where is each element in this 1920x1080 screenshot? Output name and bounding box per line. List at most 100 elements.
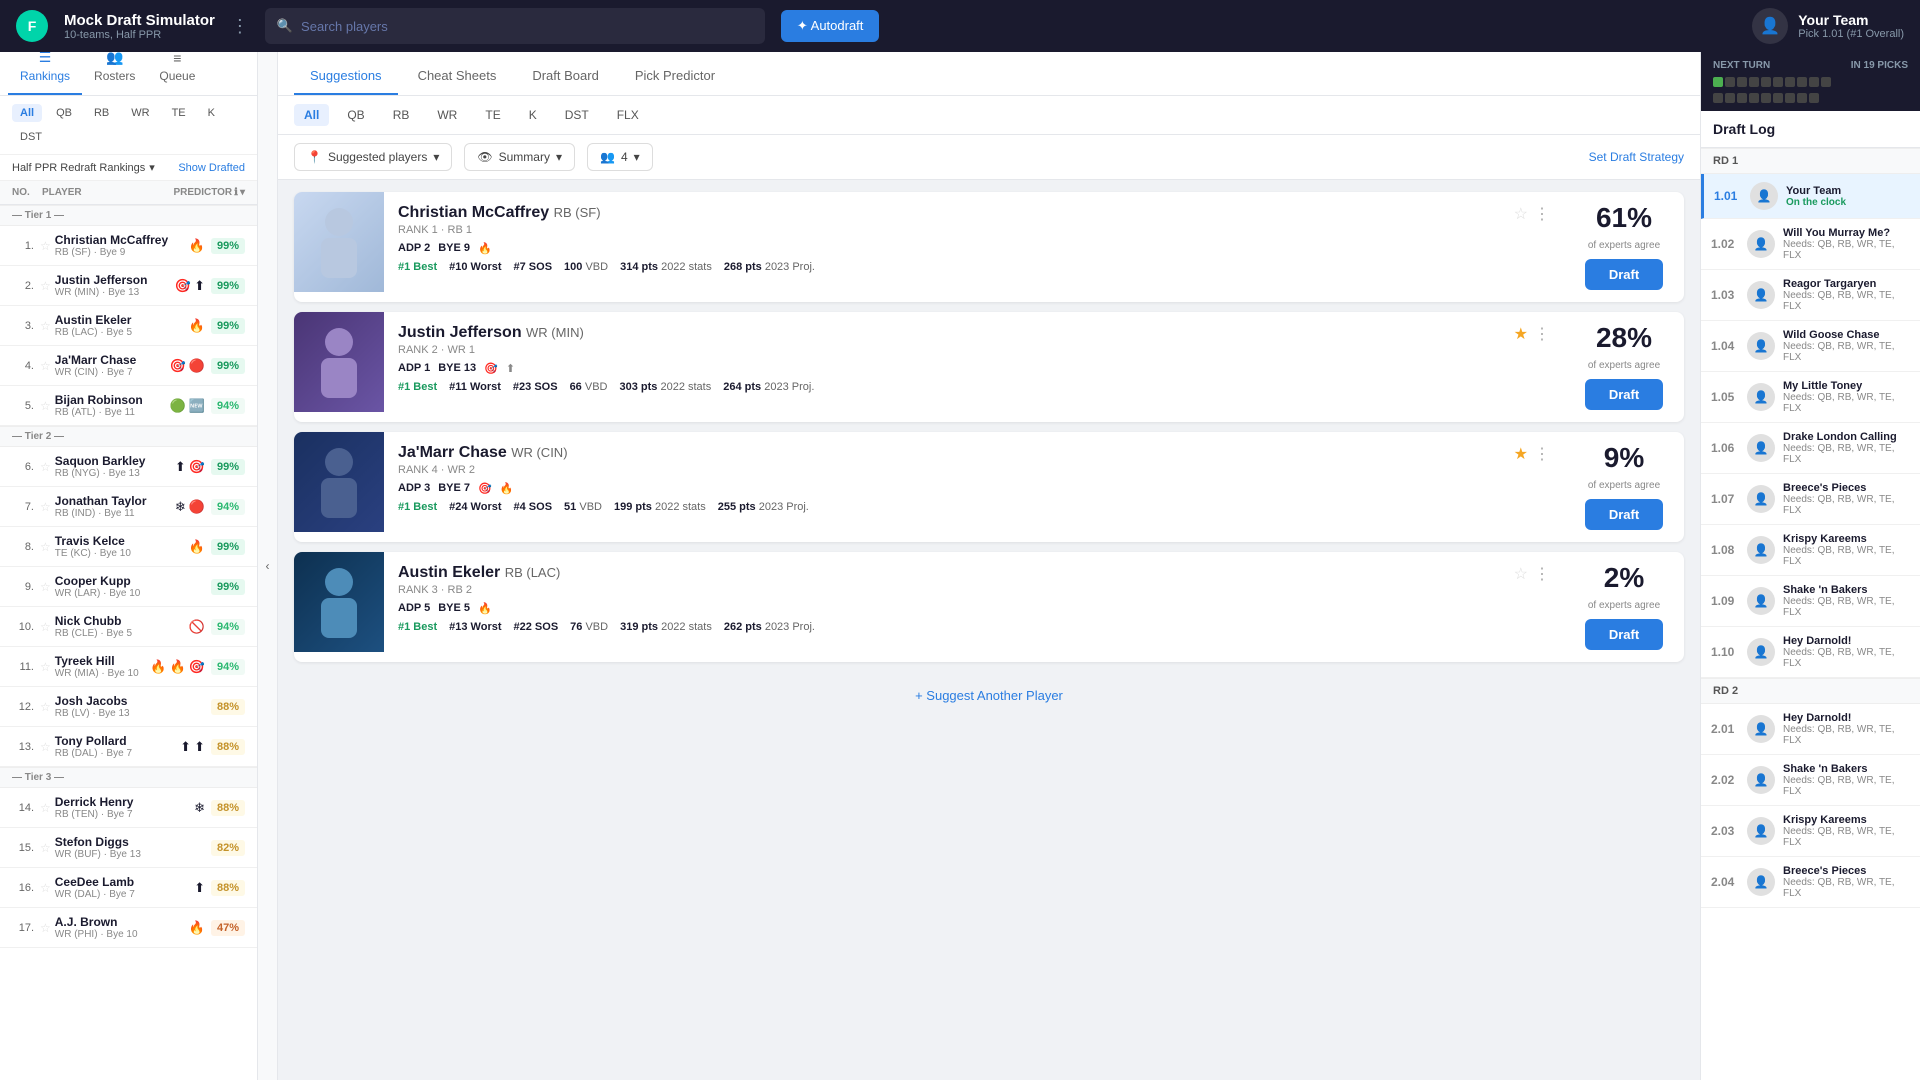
header-menu-icon[interactable]: ⋮ xyxy=(231,16,249,37)
filter-all[interactable]: All xyxy=(12,104,42,122)
sidebar-item-rankings[interactable]: ☰ Rankings xyxy=(8,52,82,95)
star-icon[interactable]: ☆ xyxy=(40,660,51,674)
draft-button[interactable]: Draft xyxy=(1585,499,1663,530)
filter-te[interactable]: TE xyxy=(164,104,194,122)
show-drafted-button[interactable]: Show Drafted xyxy=(178,162,245,174)
star-icon[interactable]: ☆ xyxy=(40,740,51,754)
table-row[interactable]: 1. ☆ Christian McCaffrey RB (SF) · Bye 9… xyxy=(0,226,257,266)
star-icon[interactable]: ☆ xyxy=(40,620,51,634)
pos-filter-dst[interactable]: DST xyxy=(555,104,599,126)
pick-item[interactable]: 2.04 👤 Breece's Pieces Needs: QB, RB, WR… xyxy=(1701,857,1920,908)
table-row[interactable]: 3. ☆ Austin Ekeler RB (LAC) · Bye 5 🔥 99… xyxy=(0,306,257,346)
table-row[interactable]: 10. ☆ Nick Chubb RB (CLE) · Bye 5 🚫 94% xyxy=(0,607,257,647)
set-draft-strategy-button[interactable]: Set Draft Strategy xyxy=(1589,150,1684,164)
table-row[interactable]: 9. ☆ Cooper Kupp WR (LAR) · Bye 10 99% xyxy=(0,567,257,607)
table-row[interactable]: 2. ☆ Justin Jefferson WR (MIN) · Bye 13 … xyxy=(0,266,257,306)
filter-wr[interactable]: WR xyxy=(123,104,157,122)
table-row[interactable]: 13. ☆ Tony Pollard RB (DAL) · Bye 7 ⬆⬆ 8… xyxy=(0,727,257,767)
pick-item[interactable]: 2.01 👤 Hey Darnold! Needs: QB, RB, WR, T… xyxy=(1701,704,1920,755)
table-row[interactable]: 15. ☆ Stefon Diggs WR (BUF) · Bye 13 82% xyxy=(0,828,257,868)
table-row[interactable]: 14. ☆ Derrick Henry RB (TEN) · Bye 7 ❄ 8… xyxy=(0,788,257,828)
table-row[interactable]: 12. ☆ Josh Jacobs RB (LV) · Bye 13 88% xyxy=(0,687,257,727)
pos-filter-rb[interactable]: RB xyxy=(383,104,420,126)
pick-item[interactable]: 1.09 👤 Shake 'n Bakers Needs: QB, RB, WR… xyxy=(1701,576,1920,627)
pos-filter-flx[interactable]: FLX xyxy=(607,104,649,126)
table-row[interactable]: 11. ☆ Tyreek Hill WR (MIA) · Bye 10 🔥🔥🎯 … xyxy=(0,647,257,687)
filter-rb[interactable]: RB xyxy=(86,104,117,122)
fire-icon: 🔥 xyxy=(189,920,205,936)
pick-item[interactable]: 1.01 👤 Your Team On the clock xyxy=(1701,174,1920,219)
filter-k[interactable]: K xyxy=(200,104,223,122)
favorite-icon[interactable]: ★ xyxy=(1514,444,1528,464)
pick-item[interactable]: 2.03 👤 Krispy Kareems Needs: QB, RB, WR,… xyxy=(1701,806,1920,857)
tab-cheat-sheets[interactable]: Cheat Sheets xyxy=(402,58,513,95)
summary-dropdown[interactable]: 👁 Summary ▾ xyxy=(464,143,575,171)
ranking-dropdown[interactable]: Half PPR Redraft Rankings ▾ xyxy=(12,161,155,174)
pos-filter-te[interactable]: TE xyxy=(475,104,510,126)
autodraft-button[interactable]: ✦ Autodraft xyxy=(781,10,880,42)
star-icon[interactable]: ☆ xyxy=(40,540,51,554)
tab-suggestions[interactable]: Suggestions xyxy=(294,58,398,95)
pick-item[interactable]: 1.06 👤 Drake London Calling Needs: QB, R… xyxy=(1701,423,1920,474)
your-team-area: 👤 Your Team Pick 1.01 (#1 Overall) xyxy=(1752,8,1904,44)
pick-item[interactable]: 1.08 👤 Krispy Kareems Needs: QB, RB, WR,… xyxy=(1701,525,1920,576)
table-row[interactable]: 17. ☆ A.J. Brown WR (PHI) · Bye 10 🔥 47% xyxy=(0,908,257,948)
pick-item[interactable]: 1.10 👤 Hey Darnold! Needs: QB, RB, WR, T… xyxy=(1701,627,1920,678)
suggested-players-dropdown[interactable]: 📍 Suggested players ▾ xyxy=(294,143,452,171)
star-icon[interactable]: ☆ xyxy=(40,239,51,253)
star-icon[interactable]: ☆ xyxy=(40,399,51,413)
draft-button[interactable]: Draft xyxy=(1585,619,1663,650)
tab-draft-board[interactable]: Draft Board xyxy=(516,58,614,95)
favorite-icon[interactable]: ★ xyxy=(1514,324,1528,344)
table-row[interactable]: 16. ☆ CeeDee Lamb WR (DAL) · Bye 7 ⬆ 88% xyxy=(0,868,257,908)
player-meta: WR (DAL) · Bye 7 xyxy=(55,889,194,900)
more-options-icon[interactable]: ⋮ xyxy=(1534,204,1550,224)
star-icon[interactable]: ☆ xyxy=(40,460,51,474)
filter-qb[interactable]: QB xyxy=(48,104,80,122)
pos-filter-qb[interactable]: QB xyxy=(337,104,374,126)
favorite-icon[interactable]: ☆ xyxy=(1514,564,1528,584)
tab-pick-predictor[interactable]: Pick Predictor xyxy=(619,58,731,95)
pick-needs: Needs: QB, RB, WR, TE, FLX xyxy=(1783,724,1910,746)
star-icon[interactable]: ☆ xyxy=(40,500,51,514)
pick-item[interactable]: 1.03 👤 Reagor Targaryen Needs: QB, RB, W… xyxy=(1701,270,1920,321)
sidebar-collapse-button[interactable]: ‹ xyxy=(258,52,278,1080)
filter-dst[interactable]: DST xyxy=(12,128,50,146)
star-icon[interactable]: ☆ xyxy=(40,319,51,333)
star-icon[interactable]: ☆ xyxy=(40,881,51,895)
sidebar-item-rosters[interactable]: 👥 Rosters xyxy=(82,52,147,95)
star-icon[interactable]: ☆ xyxy=(40,841,51,855)
card-player-name: Christian McCaffrey RB (SF) xyxy=(398,204,601,222)
star-icon[interactable]: ☆ xyxy=(40,700,51,714)
pick-avatar: 👤 xyxy=(1747,230,1775,258)
pick-item[interactable]: 1.05 👤 My Little Toney Needs: QB, RB, WR… xyxy=(1701,372,1920,423)
table-row[interactable]: 5. ☆ Bijan Robinson RB (ATL) · Bye 11 🟢🆕… xyxy=(0,386,257,426)
sidebar-item-queue[interactable]: ≡ Queue xyxy=(147,52,207,95)
pick-item[interactable]: 1.04 👤 Wild Goose Chase Needs: QB, RB, W… xyxy=(1701,321,1920,372)
draft-button[interactable]: Draft xyxy=(1585,259,1663,290)
table-row[interactable]: 7. ☆ Jonathan Taylor RB (IND) · Bye 11 ❄… xyxy=(0,487,257,527)
table-row[interactable]: 4. ☆ Ja'Marr Chase WR (CIN) · Bye 7 🎯🔴 9… xyxy=(0,346,257,386)
table-row[interactable]: 6. ☆ Saquon Barkley RB (NYG) · Bye 13 ⬆🎯… xyxy=(0,447,257,487)
search-input[interactable] xyxy=(301,19,753,34)
pick-item[interactable]: 1.02 👤 Will You Murray Me? Needs: QB, RB… xyxy=(1701,219,1920,270)
count-dropdown[interactable]: 👥 4 ▾ xyxy=(587,143,653,171)
favorite-icon[interactable]: ☆ xyxy=(1514,204,1528,224)
pick-item[interactable]: 2.02 👤 Shake 'n Bakers Needs: QB, RB, WR… xyxy=(1701,755,1920,806)
star-icon[interactable]: ☆ xyxy=(40,580,51,594)
more-options-icon[interactable]: ⋮ xyxy=(1534,444,1550,464)
pos-filter-wr[interactable]: WR xyxy=(427,104,467,126)
pos-filter-k[interactable]: K xyxy=(519,104,547,126)
worst-stat: #11 Worst xyxy=(449,381,501,393)
more-options-icon[interactable]: ⋮ xyxy=(1534,564,1550,584)
table-row[interactable]: 8. ☆ Travis Kelce TE (KC) · Bye 10 🔥 99% xyxy=(0,527,257,567)
pos-filter-all[interactable]: All xyxy=(294,104,329,126)
star-icon[interactable]: ☆ xyxy=(40,921,51,935)
more-options-icon[interactable]: ⋮ xyxy=(1534,324,1550,344)
star-icon[interactable]: ☆ xyxy=(40,801,51,815)
star-icon[interactable]: ☆ xyxy=(40,359,51,373)
suggest-another-button[interactable]: + Suggest Another Player xyxy=(294,672,1684,719)
pick-item[interactable]: 1.07 👤 Breece's Pieces Needs: QB, RB, WR… xyxy=(1701,474,1920,525)
star-icon[interactable]: ☆ xyxy=(40,279,51,293)
draft-button[interactable]: Draft xyxy=(1585,379,1663,410)
